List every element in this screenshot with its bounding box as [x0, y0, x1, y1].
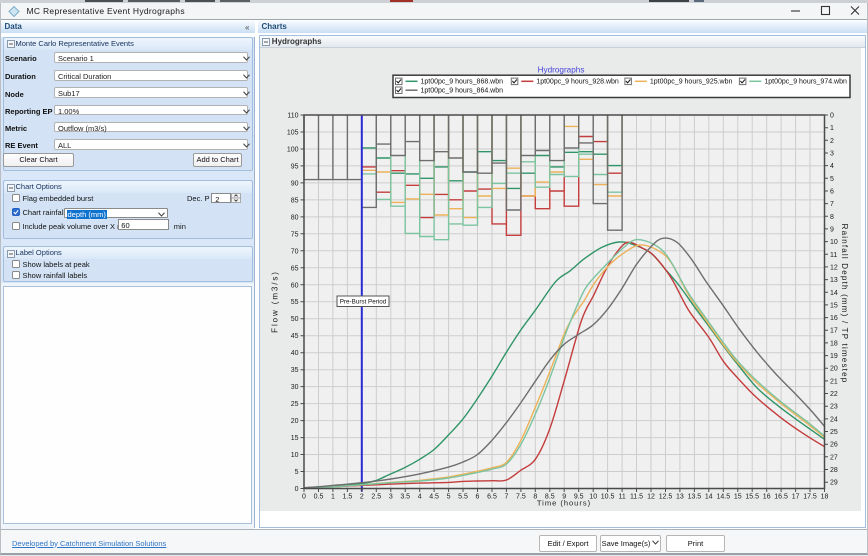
svg-text:105: 105: [287, 130, 299, 137]
svg-text:110: 110: [287, 113, 298, 120]
svg-text:21: 21: [830, 378, 838, 385]
svg-text:13.5: 13.5: [688, 494, 702, 501]
svg-text:1pt00pc_9 hours_928.wbn: 1pt00pc_9 hours_928.wbn: [536, 79, 619, 86]
svg-text:85: 85: [291, 197, 299, 204]
svg-text:16.5: 16.5: [774, 494, 788, 501]
svg-text:75: 75: [291, 231, 299, 238]
svg-text:15: 15: [291, 435, 299, 442]
svg-text:1.5: 1.5: [343, 494, 353, 501]
svg-text:55: 55: [291, 299, 299, 306]
svg-text:0: 0: [302, 494, 306, 501]
svg-text:27: 27: [830, 454, 838, 461]
svg-text:35: 35: [291, 367, 299, 374]
svg-text:4: 4: [830, 163, 834, 170]
svg-text:5.5: 5.5: [458, 494, 468, 501]
svg-text:14.5: 14.5: [716, 494, 730, 501]
svg-text:17: 17: [792, 494, 800, 501]
svg-text:12.5: 12.5: [659, 494, 673, 501]
svg-text:5: 5: [295, 469, 299, 476]
svg-text:2: 2: [830, 138, 834, 145]
svg-text:Hydrographs: Hydrographs: [538, 66, 585, 75]
svg-text:1: 1: [331, 494, 335, 501]
svg-text:14: 14: [830, 290, 838, 297]
svg-text:20: 20: [830, 366, 838, 373]
svg-text:0.5: 0.5: [314, 494, 324, 501]
svg-text:12: 12: [647, 494, 655, 501]
svg-text:45: 45: [291, 333, 299, 340]
svg-text:24: 24: [830, 416, 838, 423]
svg-text:50: 50: [291, 316, 299, 323]
svg-text:19: 19: [830, 353, 838, 360]
svg-text:5: 5: [830, 176, 834, 183]
svg-text:11: 11: [618, 494, 625, 501]
svg-text:20: 20: [291, 418, 299, 425]
svg-text:13: 13: [830, 277, 838, 284]
svg-text:15.5: 15.5: [745, 494, 759, 501]
svg-text:11.5: 11.5: [630, 494, 643, 501]
svg-text:6: 6: [830, 189, 834, 196]
svg-text:0: 0: [295, 486, 299, 493]
svg-text:1pt00pc_9 hours_864.wbn: 1pt00pc_9 hours_864.wbn: [421, 88, 504, 95]
svg-text:Pre-Burst Period: Pre-Burst Period: [340, 299, 387, 306]
svg-text:25: 25: [291, 401, 299, 408]
svg-text:4.5: 4.5: [429, 494, 439, 501]
svg-text:29: 29: [830, 480, 838, 487]
svg-text:90: 90: [291, 180, 299, 187]
svg-text:5: 5: [447, 494, 451, 501]
svg-text:0: 0: [830, 113, 834, 120]
svg-text:10: 10: [291, 452, 299, 459]
svg-text:7: 7: [830, 201, 834, 208]
svg-text:17: 17: [830, 328, 838, 335]
svg-text:80: 80: [291, 214, 299, 221]
svg-text:22: 22: [830, 391, 838, 398]
svg-text:15: 15: [734, 494, 742, 501]
svg-text:18: 18: [830, 340, 838, 347]
svg-text:100: 100: [287, 147, 299, 154]
svg-text:18: 18: [821, 494, 829, 501]
svg-text:6.5: 6.5: [487, 494, 497, 501]
svg-text:70: 70: [291, 248, 299, 255]
svg-text:14: 14: [705, 494, 713, 501]
svg-text:3.5: 3.5: [400, 494, 410, 501]
svg-text:7.5: 7.5: [516, 494, 526, 501]
svg-text:10: 10: [830, 239, 838, 246]
svg-text:17.5: 17.5: [803, 494, 817, 501]
svg-text:60: 60: [291, 282, 299, 289]
svg-text:1pt00pc_9 hours_868.wbn: 1pt00pc_9 hours_868.wbn: [421, 79, 504, 86]
svg-text:4: 4: [418, 494, 422, 501]
svg-text:13: 13: [676, 494, 684, 501]
svg-text:3: 3: [830, 151, 834, 158]
svg-text:Flow (m3/s): Flow (m3/s): [271, 270, 280, 333]
svg-text:25: 25: [830, 429, 838, 436]
svg-text:30: 30: [291, 384, 299, 391]
svg-text:Time (hours): Time (hours): [537, 499, 591, 508]
svg-text:23: 23: [830, 404, 838, 411]
svg-text:65: 65: [291, 265, 299, 272]
svg-text:10.5: 10.5: [601, 494, 615, 501]
svg-text:40: 40: [291, 350, 299, 357]
svg-text:7: 7: [504, 494, 508, 501]
svg-text:11: 11: [830, 252, 837, 259]
svg-text:1pt00pc_9 hours_974.wbn: 1pt00pc_9 hours_974.wbn: [764, 79, 847, 86]
svg-text:26: 26: [830, 442, 838, 449]
svg-text:Rainfall Depth (mm) / TP times: Rainfall Depth (mm) / TP timestep: [840, 224, 849, 384]
svg-text:8: 8: [830, 214, 834, 221]
svg-text:12: 12: [830, 264, 838, 271]
svg-text:15: 15: [830, 302, 838, 309]
svg-text:6: 6: [476, 494, 480, 501]
svg-text:9: 9: [830, 226, 834, 233]
svg-text:16: 16: [830, 315, 838, 322]
svg-text:1pt00pc_9 hours_925.wbn: 1pt00pc_9 hours_925.wbn: [650, 79, 733, 86]
svg-text:3: 3: [389, 494, 393, 501]
svg-text:95: 95: [291, 163, 299, 170]
svg-text:1: 1: [830, 125, 834, 132]
svg-text:2.5: 2.5: [371, 494, 381, 501]
svg-text:28: 28: [830, 467, 838, 474]
svg-text:2: 2: [360, 494, 364, 501]
svg-text:16: 16: [763, 494, 771, 501]
